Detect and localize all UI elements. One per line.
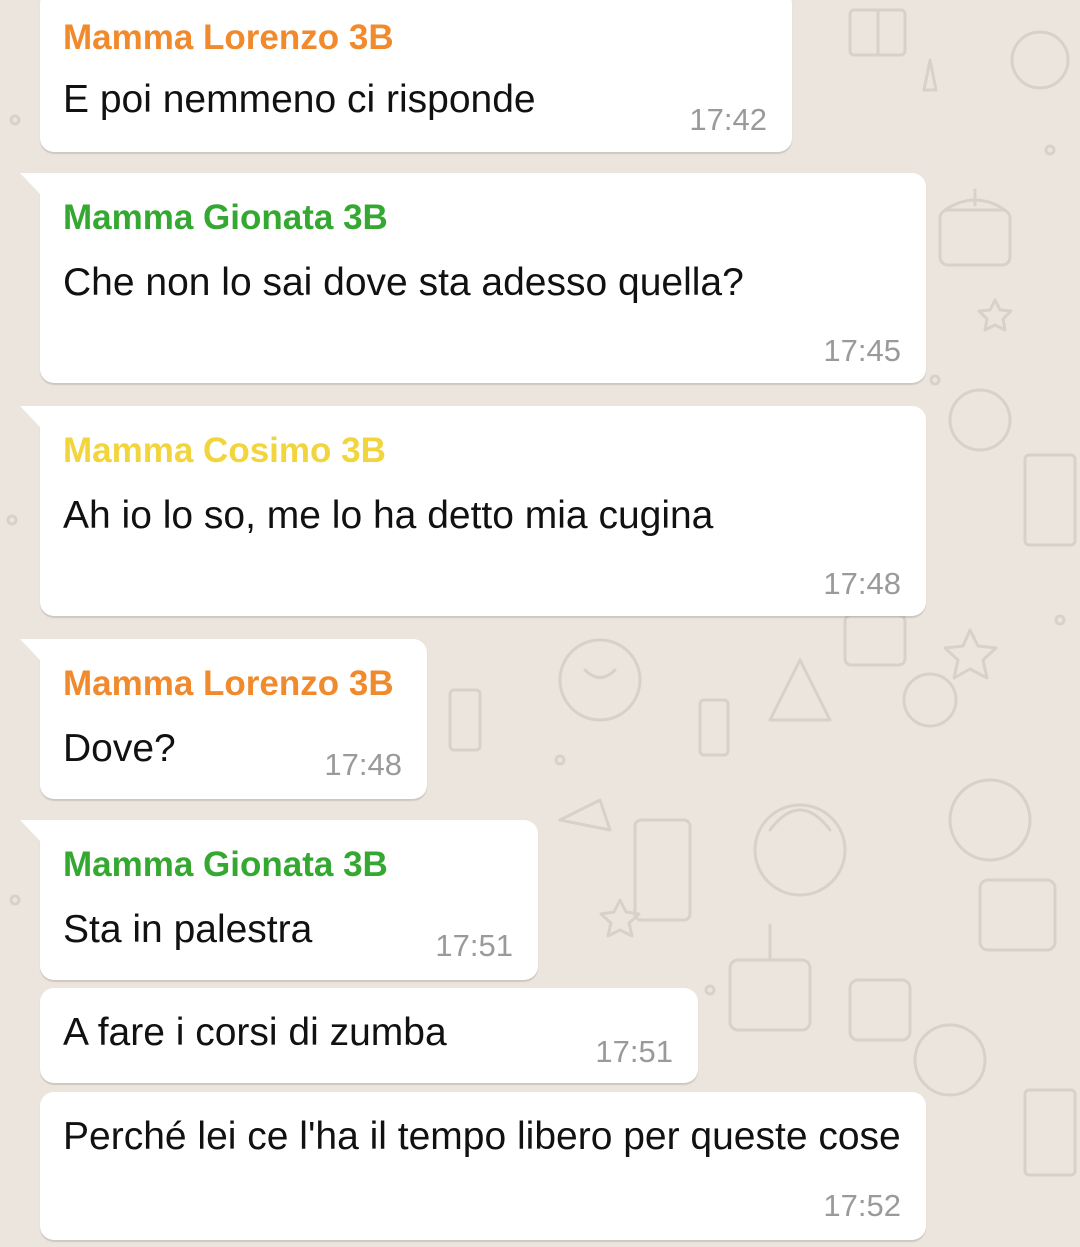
message-sender: Mamma Lorenzo 3B	[63, 18, 394, 57]
message-bubble[interactable]: Mamma Lorenzo 3B Dove? 17:48	[20, 639, 427, 799]
message-bubble[interactable]: Mamma Lorenzo 3B E poi nemmeno ci rispon…	[40, 0, 792, 152]
message-sender: Mamma Gionata 3B	[63, 198, 388, 237]
bubble-tail	[20, 639, 41, 661]
message-bubble[interactable]: Mamma Cosimo 3B Ah io lo so, me lo ha de…	[20, 406, 926, 616]
message-timestamp: 17:48	[823, 566, 901, 601]
message-timestamp: 17:42	[689, 102, 767, 137]
message-timestamp: 17:51	[435, 928, 513, 963]
message-timestamp: 17:48	[324, 747, 402, 782]
bubble-tail	[20, 406, 41, 428]
message-text: E poi nemmeno ci risponde	[63, 78, 536, 121]
message-timestamp: 17:52	[823, 1188, 901, 1223]
message-sender: Mamma Lorenzo 3B	[63, 664, 394, 703]
message-sender: Mamma Cosimo 3B	[63, 431, 386, 470]
message-text: Sta in palestra	[63, 908, 313, 951]
message-text: Che non lo sai dove sta adesso quella?	[63, 261, 744, 304]
message-timestamp: 17:45	[823, 333, 901, 368]
message-text: Dove?	[63, 727, 176, 770]
message-bubble[interactable]: Perché lei ce l'ha il tempo libero per q…	[40, 1092, 926, 1240]
message-bubble[interactable]: Mamma Gionata 3B Sta in palestra 17:51	[20, 820, 538, 980]
message-text: Ah io lo so, me lo ha detto mia cugina	[63, 494, 714, 537]
message-sender: Mamma Gionata 3B	[63, 845, 388, 884]
bubble-tail	[20, 173, 41, 195]
message-bubble[interactable]: Mamma Gionata 3B Che non lo sai dove sta…	[20, 173, 926, 383]
bubble-tail	[20, 820, 41, 842]
message-bubble[interactable]: A fare i corsi di zumba 17:51	[40, 988, 698, 1083]
message-text: A fare i corsi di zumba	[63, 1011, 447, 1054]
message-text: Perché lei ce l'ha il tempo libero per q…	[63, 1115, 901, 1158]
message-timestamp: 17:51	[595, 1034, 673, 1069]
